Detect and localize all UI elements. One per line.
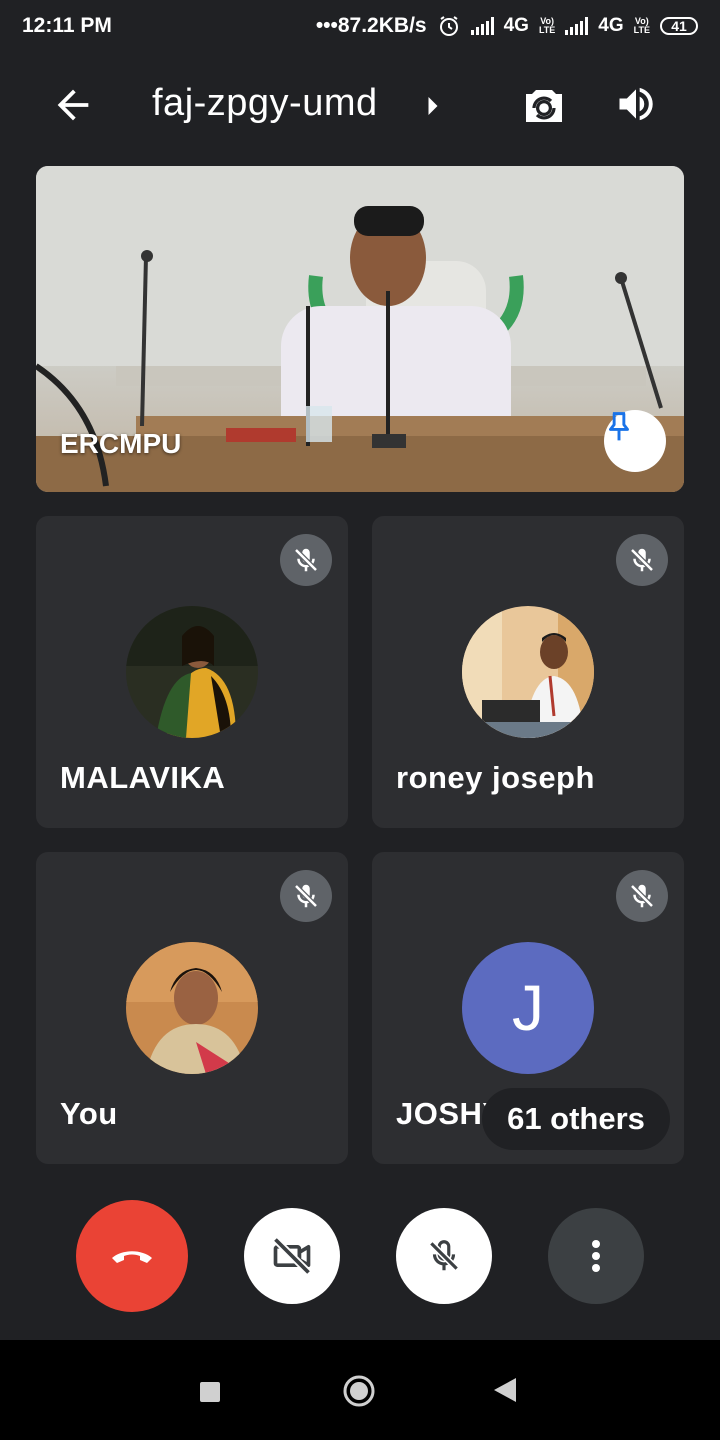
sim2-volte-icon: Vo) LTE — [633, 16, 650, 35]
recents-icon[interactable] — [200, 1382, 220, 1402]
participant-tile-malavika[interactable]: MALAVIKA — [36, 516, 348, 828]
participant-tile-you[interactable]: You — [36, 852, 348, 1164]
app-bar: faj-zpgy-umd — [0, 70, 720, 140]
participant-name: You — [60, 1096, 118, 1131]
mic-off-icon — [294, 548, 318, 572]
avatar — [462, 606, 594, 738]
pinned-participant-name: ERCMPU — [60, 428, 182, 459]
pinned-video-tile[interactable]: ERCMPU — [36, 166, 684, 492]
mic-toggle-button[interactable] — [396, 1208, 492, 1304]
mic-off-icon — [429, 1240, 459, 1271]
participant-name: MALAVIKA — [60, 760, 226, 795]
meeting-code-title[interactable]: faj-zpgy-umd — [152, 82, 378, 125]
pin-button[interactable] — [604, 410, 666, 472]
system-nav-bar — [0, 1340, 720, 1440]
more-vert-icon — [592, 1240, 600, 1272]
status-time: 12:11 PM — [22, 14, 112, 37]
sim1-network-label: 4G — [503, 15, 529, 36]
more-options-button[interactable] — [548, 1208, 644, 1304]
alarm-icon — [439, 16, 458, 36]
call-end-icon — [112, 1251, 152, 1263]
avatar — [126, 942, 258, 1074]
others-count-label: 61 others — [507, 1101, 645, 1136]
back-button[interactable] — [50, 82, 96, 128]
speaker-button[interactable] — [614, 82, 666, 130]
status-icons: •••87.2KB/s 4G Vo) LTE 4G Vo) LTE 41 — [316, 14, 698, 38]
avatar-photo — [126, 942, 258, 1074]
participant-name: roney joseph — [396, 760, 595, 795]
end-call-button[interactable] — [76, 1200, 188, 1312]
battery-icon: 41 — [660, 17, 698, 35]
mic-off-icon — [294, 884, 318, 908]
arrow-back-icon — [57, 89, 89, 121]
nav-back-icon[interactable] — [492, 1376, 518, 1404]
switch-camera-icon — [526, 90, 562, 122]
pin-icon — [609, 412, 629, 441]
participant-tile-roney-joseph[interactable]: roney joseph — [372, 516, 684, 828]
mic-off-icon — [630, 884, 654, 908]
switch-camera-button[interactable] — [518, 82, 570, 130]
sim1-volte-icon: Vo) LTE — [538, 16, 556, 35]
sim2-network-label: 4G — [598, 15, 624, 36]
avatar-letter: J — [512, 972, 544, 1044]
mic-off-indicator — [280, 870, 332, 922]
battery-level: 41 — [671, 18, 687, 34]
avatar-photo — [126, 606, 258, 738]
videocam-off-icon — [272, 1236, 312, 1276]
mic-off-indicator — [616, 534, 668, 586]
mic-off-icon — [630, 548, 654, 572]
signal-icon-sim1 — [470, 17, 494, 35]
camera-toggle-button[interactable] — [244, 1208, 340, 1304]
volume-up-icon — [619, 87, 653, 121]
mic-off-indicator — [280, 534, 332, 586]
caret-right-icon[interactable] — [424, 94, 442, 118]
others-count-pill[interactable]: 61 others — [482, 1088, 670, 1150]
network-speed: •••87.2KB/s — [315, 14, 427, 37]
signal-icon-sim2 — [565, 17, 589, 35]
avatar — [126, 606, 258, 738]
status-bar: 12:11 PM •••87.2KB/s 4G Vo) LTE 4G Vo) LTE… — [0, 0, 720, 52]
home-icon[interactable] — [342, 1374, 376, 1408]
avatar: J — [462, 942, 594, 1074]
avatar-photo — [462, 606, 594, 738]
mic-off-indicator — [616, 870, 668, 922]
